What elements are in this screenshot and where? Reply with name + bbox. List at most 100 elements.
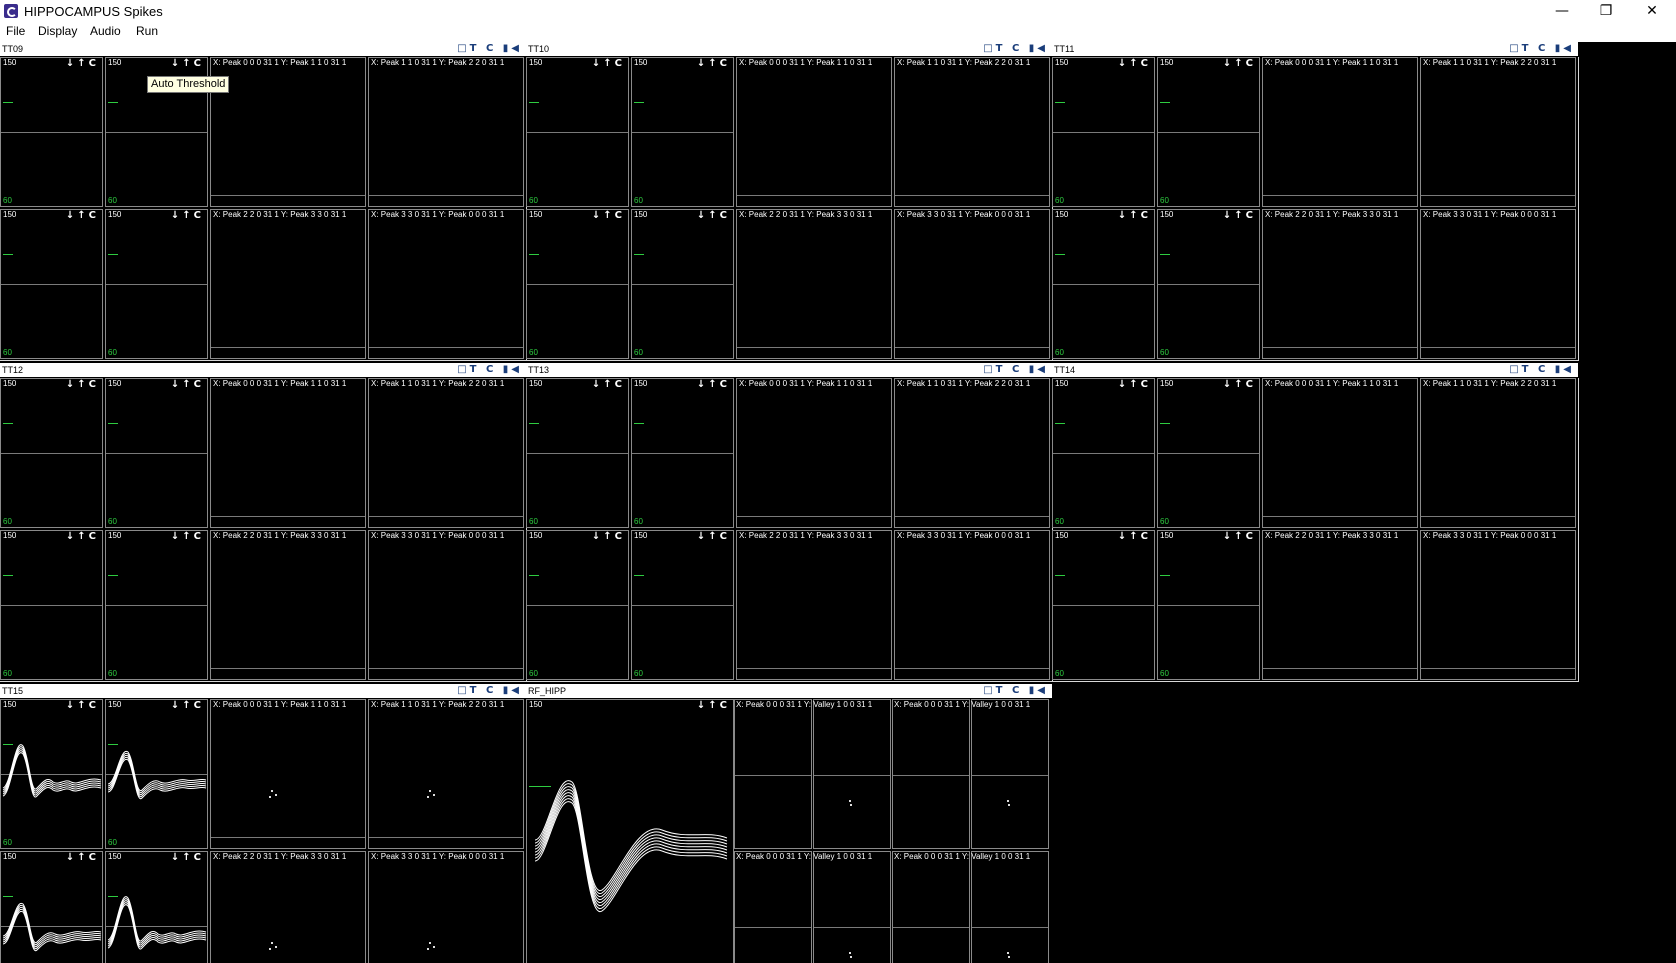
waveform-channel[interactable]: 15060↓↑C	[0, 57, 103, 207]
rf-feature-plot[interactable]	[892, 851, 970, 963]
tetrode-toolbar[interactable]: □T C ▮◀	[1509, 42, 1574, 56]
feature-plot[interactable]: X: Peak 2 2 0 31 1 Y: Peak 3 3 0 31 1	[1262, 209, 1418, 359]
feature-plot[interactable]: X: Peak 2 2 0 31 1 Y: Peak 3 3 0 31 1	[210, 209, 366, 359]
threshold-marker[interactable]	[529, 102, 539, 103]
channel-controls[interactable]: ↓↑C	[1223, 58, 1256, 69]
channel-controls[interactable]: ↓↑C	[592, 58, 625, 69]
channel-controls[interactable]: ↓↑C	[1223, 210, 1256, 221]
waveform-channel[interactable]: 15060↓↑C	[1157, 530, 1260, 680]
close-button[interactable]: ✕	[1630, 0, 1674, 24]
threshold-marker[interactable]	[3, 254, 13, 255]
waveform-channel[interactable]: 15060↓↑C	[0, 530, 103, 680]
tetrode-toolbar[interactable]: □T C ▮◀	[457, 684, 522, 698]
rf-feature-plot[interactable]	[892, 699, 970, 849]
feature-plot[interactable]: X: Peak 2 2 0 31 1 Y: Peak 3 3 0 31 1	[210, 851, 366, 963]
threshold-marker[interactable]	[634, 254, 644, 255]
threshold-marker[interactable]	[1160, 575, 1170, 576]
channel-controls[interactable]: ↓↑C	[1118, 379, 1151, 390]
channel-controls[interactable]: ↓↑C	[697, 379, 730, 390]
waveform-channel[interactable]: 15060↓↑C	[631, 530, 734, 680]
feature-plot[interactable]: X: Peak 0 0 0 31 1 Y: Peak 1 1 0 31 1	[1262, 57, 1418, 207]
feature-plot[interactable]: X: Peak 3 3 0 31 1 Y: Peak 0 0 0 31 1	[368, 851, 524, 963]
threshold-marker[interactable]	[3, 423, 13, 424]
tetrode-toolbar[interactable]: □T C ▮◀	[457, 363, 522, 377]
menu-file[interactable]: File	[6, 24, 25, 38]
waveform-channel[interactable]: 15060↓↑C	[1052, 530, 1155, 680]
feature-plot[interactable]: X: Peak 1 1 0 31 1 Y: Peak 2 2 0 31 1	[368, 57, 524, 207]
channel-controls[interactable]: ↓↑C	[171, 852, 204, 863]
channel-controls[interactable]: ↓↑C	[697, 210, 730, 221]
tetrode-toolbar[interactable]: □T C ▮◀	[457, 42, 522, 56]
channel-controls[interactable]: ↓↑C	[66, 379, 99, 390]
waveform-channel[interactable]: 15060↓↑C	[526, 57, 629, 207]
rf-feature-plot[interactable]	[971, 699, 1049, 849]
minimize-button[interactable]: —	[1540, 0, 1584, 24]
waveform-channel[interactable]: 15060↓↑C	[1052, 57, 1155, 207]
waveform-channel[interactable]: 15060↓↑C	[0, 378, 103, 528]
waveform-channel[interactable]: 15060↓↑C	[631, 378, 734, 528]
tetrode-toolbar[interactable]: □T C ▮◀	[1509, 363, 1574, 377]
waveform-channel[interactable]: 15060↓↑C	[0, 699, 103, 849]
menu-run[interactable]: Run	[136, 24, 158, 38]
feature-plot[interactable]: X: Peak 2 2 0 31 1 Y: Peak 3 3 0 31 1	[1262, 530, 1418, 680]
threshold-marker[interactable]	[1055, 254, 1065, 255]
feature-plot[interactable]: X: Peak 2 2 0 31 1 Y: Peak 3 3 0 31 1	[736, 530, 892, 680]
waveform-channel[interactable]: 15060↓↑C	[1157, 57, 1260, 207]
rf-feature-plot[interactable]	[813, 851, 891, 963]
feature-plot[interactable]: X: Peak 3 3 0 31 1 Y: Peak 0 0 0 31 1	[894, 209, 1050, 359]
feature-plot[interactable]: X: Peak 0 0 0 31 1 Y: Peak 1 1 0 31 1	[210, 699, 366, 849]
feature-plot[interactable]: X: Peak 3 3 0 31 1 Y: Peak 0 0 0 31 1	[368, 209, 524, 359]
waveform-channel[interactable]: 15060↓↑C	[0, 209, 103, 359]
threshold-marker[interactable]	[3, 102, 13, 103]
waveform-channel[interactable]: 15060↓↑C	[0, 851, 103, 963]
threshold-marker[interactable]	[634, 102, 644, 103]
waveform-channel[interactable]: 15060↓↑C	[526, 378, 629, 528]
feature-plot[interactable]: X: Peak 0 0 0 31 1 Y: Peak 1 1 0 31 1	[736, 57, 892, 207]
channel-controls[interactable]: ↓↑C	[1118, 58, 1151, 69]
channel-controls[interactable]: ↓↑C	[171, 700, 204, 711]
feature-plot[interactable]: X: Peak 3 3 0 31 1 Y: Peak 0 0 0 31 1	[1420, 530, 1576, 680]
threshold-marker[interactable]	[1160, 102, 1170, 103]
tetrode-toolbar[interactable]: □T C ▮◀	[983, 363, 1048, 377]
feature-plot[interactable]: X: Peak 0 0 0 31 1 Y: Peak 1 1 0 31 1	[210, 378, 366, 528]
channel-controls[interactable]: ↓↑C	[171, 379, 204, 390]
channel-controls[interactable]: ↓↑C	[66, 210, 99, 221]
channel-controls[interactable]: ↓↑C	[1223, 379, 1256, 390]
threshold-marker[interactable]	[529, 575, 539, 576]
waveform-channel[interactable]: 15060↓↑C	[105, 699, 208, 849]
feature-plot[interactable]: X: Peak 0 0 0 31 1 Y: Peak 1 1 0 31 1	[210, 57, 366, 207]
waveform-channel[interactable]: 15060↓↑C	[631, 57, 734, 207]
rf-feature-plot[interactable]	[734, 699, 812, 849]
feature-plot[interactable]: X: Peak 3 3 0 31 1 Y: Peak 0 0 0 31 1	[1420, 209, 1576, 359]
feature-plot[interactable]: X: Peak 0 0 0 31 1 Y: Peak 1 1 0 31 1	[736, 378, 892, 528]
channel-controls[interactable]: ↓↑C	[66, 58, 99, 69]
feature-plot[interactable]: X: Peak 3 3 0 31 1 Y: Peak 0 0 0 31 1	[894, 530, 1050, 680]
channel-controls[interactable]: ↓↑C	[66, 700, 99, 711]
feature-plot[interactable]: X: Peak 1 1 0 31 1 Y: Peak 2 2 0 31 1	[1420, 57, 1576, 207]
feature-plot[interactable]: X: Peak 2 2 0 31 1 Y: Peak 3 3 0 31 1	[736, 209, 892, 359]
waveform-channel[interactable]: 15060↓↑C	[1052, 209, 1155, 359]
waveform-channel[interactable]: 15060↓↑C	[105, 530, 208, 680]
threshold-marker[interactable]	[1055, 102, 1065, 103]
waveform-channel[interactable]: 15060↓↑C	[105, 851, 208, 963]
channel-controls[interactable]: ↓↑C	[171, 58, 204, 69]
threshold-marker[interactable]	[108, 254, 118, 255]
channel-controls[interactable]: ↓↑C	[592, 379, 625, 390]
waveform-channel[interactable]: 15060↓↑C	[105, 378, 208, 528]
threshold-marker[interactable]	[108, 575, 118, 576]
feature-plot[interactable]: X: Peak 1 1 0 31 1 Y: Peak 2 2 0 31 1	[894, 378, 1050, 528]
channel-controls[interactable]: ↓↑C	[66, 852, 99, 863]
threshold-marker[interactable]	[1055, 423, 1065, 424]
waveform-channel[interactable]: 15060↓↑C	[526, 530, 629, 680]
waveform-channel[interactable]: 15060↓↑C	[526, 209, 629, 359]
rf-feature-plot[interactable]	[971, 851, 1049, 963]
channel-controls[interactable]: ↓↑C	[592, 210, 625, 221]
channel-controls[interactable]: ↓↑C	[697, 58, 730, 69]
feature-plot[interactable]: X: Peak 1 1 0 31 1 Y: Peak 2 2 0 31 1	[1420, 378, 1576, 528]
channel-controls[interactable]: ↓↑C	[1118, 210, 1151, 221]
channel-controls[interactable]: ↓↑C	[171, 531, 204, 542]
waveform-channel[interactable]: 15060↓↑C	[1157, 378, 1260, 528]
threshold-marker[interactable]	[529, 423, 539, 424]
rf-toolbar[interactable]: □T C ▮◀	[983, 684, 1048, 698]
channel-controls[interactable]: ↓↑C	[697, 531, 730, 542]
